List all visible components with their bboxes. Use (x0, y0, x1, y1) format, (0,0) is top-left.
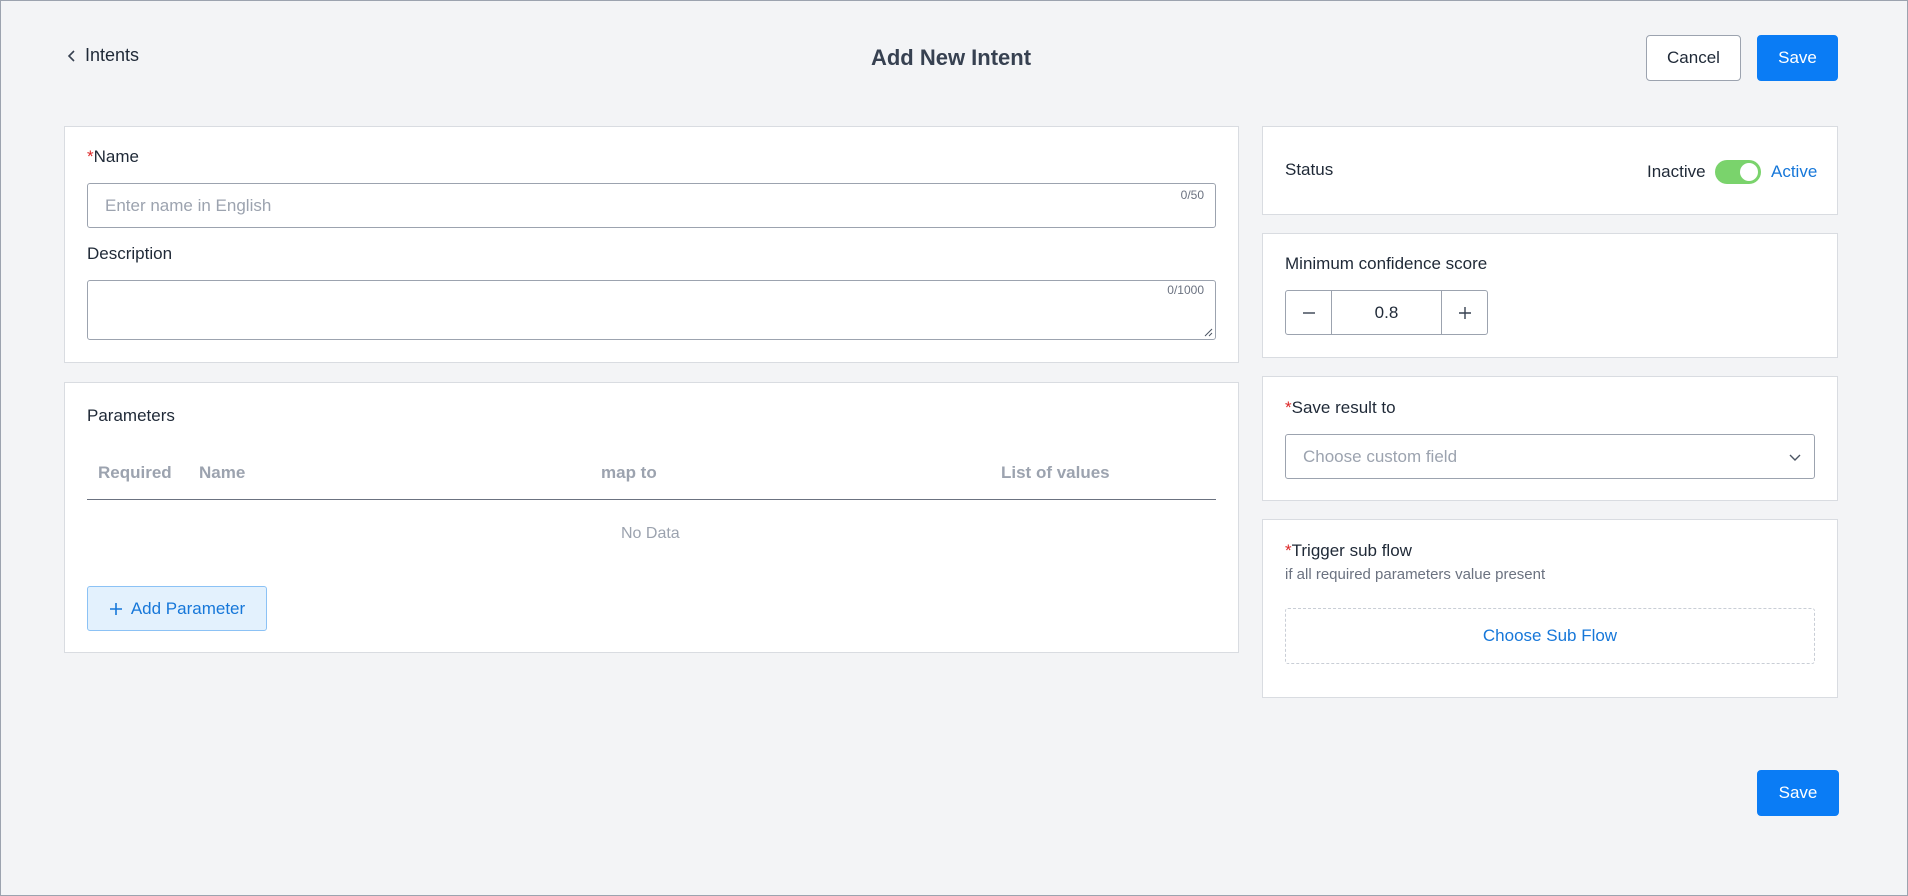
minus-icon (1302, 311, 1315, 314)
name-placeholder: Enter name in English (105, 196, 272, 215)
add-parameter-button[interactable]: Add Parameter (87, 586, 267, 631)
table-header-divider (87, 499, 1216, 500)
choose-sub-flow-button[interactable]: Choose Sub Flow (1285, 608, 1815, 664)
column-header-map-to: map to (601, 463, 657, 482)
column-header-required: Required (98, 463, 172, 482)
status-toggle[interactable] (1715, 160, 1761, 184)
description-char-counter: 0/1000 (1167, 283, 1204, 297)
column-header-list-of-values: List of values (1001, 463, 1110, 482)
custom-field-select[interactable]: Choose custom field (1285, 434, 1815, 479)
description-label: Description (87, 244, 173, 263)
confidence-stepper[interactable]: 0.8 (1285, 290, 1488, 335)
chevron-down-icon (1789, 454, 1801, 461)
save-button-bottom[interactable]: Save (1757, 770, 1839, 816)
required-asterisk: * (1285, 541, 1292, 560)
active-label: Active (1771, 162, 1818, 181)
status-label: Status (1285, 160, 1334, 179)
decrement-button[interactable] (1286, 291, 1331, 334)
confidence-label: Minimum confidence score (1285, 254, 1488, 273)
increment-button[interactable] (1442, 291, 1487, 334)
column-header-name: Name (199, 463, 246, 482)
parameters-title: Parameters (87, 406, 175, 425)
inactive-label: Inactive (1647, 162, 1706, 181)
page-title: Add New Intent (870, 45, 1032, 70)
trigger-sub-flow-hint: if all required parameters value present (1285, 566, 1546, 583)
name-char-counter: 0/50 (1180, 188, 1204, 202)
required-asterisk: * (87, 147, 94, 166)
empty-table-text: No Data (621, 525, 680, 542)
custom-field-placeholder: Choose custom field (1303, 447, 1458, 466)
cancel-button[interactable]: Cancel (1646, 35, 1741, 81)
add-parameter-label: Add Parameter (130, 598, 246, 618)
description-textarea[interactable]: 0/1000 (87, 280, 1216, 340)
save-result-label: *Save result to (1285, 398, 1396, 417)
save-button-top[interactable]: Save (1757, 35, 1838, 81)
required-asterisk: * (1285, 398, 1292, 417)
name-input[interactable]: Enter name in English 0/50 (87, 183, 1216, 228)
resize-handle-icon[interactable] (1203, 327, 1213, 337)
plus-icon (1458, 306, 1471, 319)
trigger-sub-flow-label: *Trigger sub flow (1285, 541, 1412, 560)
name-label: *Name (87, 147, 139, 166)
toggle-knob (1740, 163, 1758, 181)
confidence-value[interactable]: 0.8 (1331, 291, 1442, 334)
plus-icon (109, 602, 122, 615)
